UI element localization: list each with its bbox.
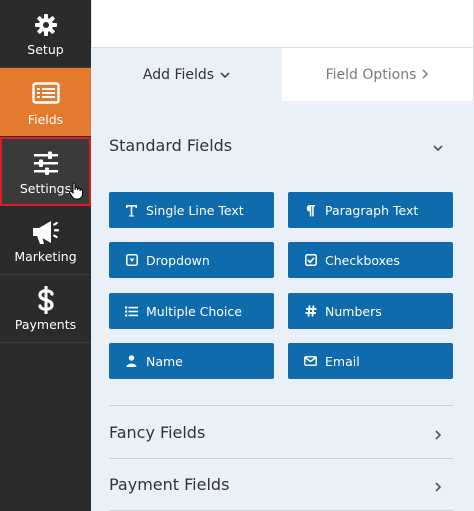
hash-icon xyxy=(304,305,317,318)
fields-panel: Add Fields Field Options Standard Fields… xyxy=(91,47,474,511)
section-fancy-fields-title[interactable]: Fancy Fields xyxy=(109,423,205,442)
section-divider xyxy=(109,405,453,406)
name-button[interactable]: Name xyxy=(109,343,274,379)
chevron-right-icon xyxy=(422,67,429,83)
sidebar-item-payments[interactable]: Payments xyxy=(0,275,91,343)
section-standard-fields-title[interactable]: Standard Fields xyxy=(109,136,232,155)
checkboxes-button[interactable]: Checkboxes xyxy=(288,242,453,278)
chevron-down-icon[interactable] xyxy=(432,139,444,152)
dropdown-button[interactable]: Dropdown xyxy=(109,242,274,278)
hand-cursor-icon xyxy=(68,182,84,200)
dollar-icon xyxy=(0,286,91,314)
sliders-icon xyxy=(0,150,91,176)
paragraph-icon xyxy=(304,204,317,217)
sidebar-item-setup[interactable]: Setup xyxy=(0,0,91,68)
multiple-choice-button[interactable]: Multiple Choice xyxy=(109,293,274,329)
user-icon xyxy=(125,355,138,368)
field-button-label: Single Line Text xyxy=(146,202,244,218)
sidebar: Setup Fields Settings Marketing Payments xyxy=(0,0,91,511)
list-icon xyxy=(0,80,91,106)
dropdown-icon xyxy=(125,254,138,267)
header-area xyxy=(91,0,474,47)
field-button-label: Numbers xyxy=(325,303,382,319)
sidebar-item-marketing[interactable]: Marketing xyxy=(0,207,91,275)
gear-icon xyxy=(0,12,91,38)
text-icon xyxy=(125,204,138,217)
section-divider xyxy=(109,458,453,459)
sidebar-item-fields[interactable]: Fields xyxy=(0,68,91,136)
field-button-label: Name xyxy=(146,353,183,369)
envelope-icon xyxy=(304,355,317,368)
numbers-button[interactable]: Numbers xyxy=(288,293,453,329)
sidebar-item-label: Fields xyxy=(27,112,64,127)
sidebar-item-label: Marketing xyxy=(14,249,77,264)
field-button-label: Dropdown xyxy=(146,252,210,268)
tab-label: Add Fields xyxy=(142,66,215,83)
chevron-right-icon[interactable] xyxy=(432,478,444,492)
section-payment-fields-title[interactable]: Payment Fields xyxy=(109,475,229,494)
sidebar-item-label: Setup xyxy=(27,42,64,57)
chevron-right-icon[interactable] xyxy=(432,426,444,440)
list-bullets-icon xyxy=(125,305,138,318)
checkbox-icon xyxy=(304,254,317,267)
tab-add-fields[interactable]: Add Fields xyxy=(91,48,282,101)
panel-tabs: Add Fields Field Options xyxy=(91,48,474,101)
tab-label: Field Options xyxy=(325,66,417,83)
field-button-label: Paragraph Text xyxy=(325,202,419,218)
megaphone-icon xyxy=(0,219,91,245)
email-button[interactable]: Email xyxy=(288,343,453,379)
chevron-down-icon xyxy=(220,67,230,83)
field-button-label: Multiple Choice xyxy=(146,303,242,319)
paragraph-text-button[interactable]: Paragraph Text xyxy=(288,192,453,228)
single-line-text-button[interactable]: Single Line Text xyxy=(109,192,274,228)
sidebar-item-label: Payments xyxy=(14,317,77,332)
field-button-label: Checkboxes xyxy=(325,252,400,268)
field-button-label: Email xyxy=(325,353,360,369)
tab-field-options[interactable]: Field Options xyxy=(282,48,474,101)
